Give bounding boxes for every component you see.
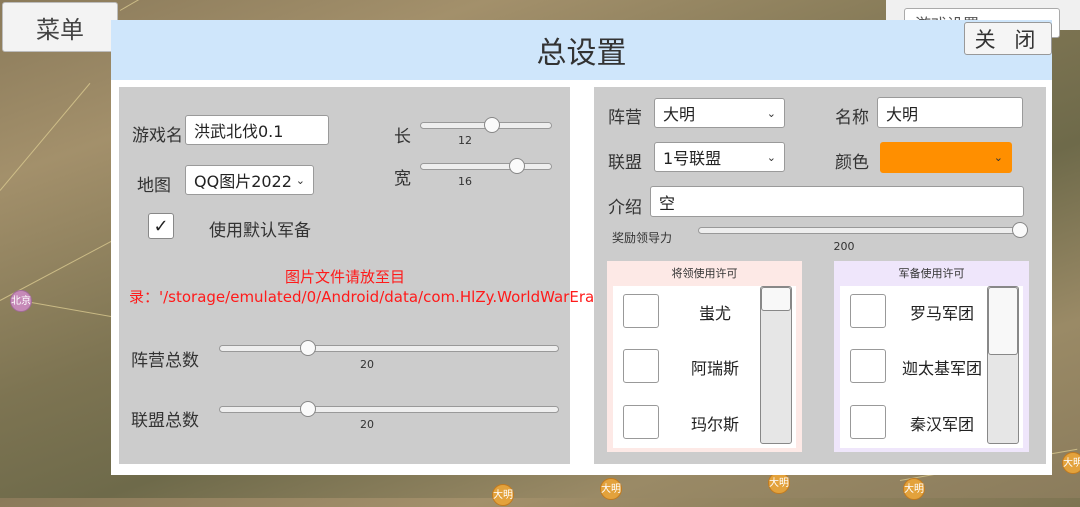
- general-permission-title: 将领使用许可: [671, 267, 738, 280]
- game-name-label: 游戏名: [132, 126, 183, 146]
- map-dropdown[interactable]: QQ图片2022 ⌄: [185, 165, 314, 195]
- reward-value: 200: [833, 240, 855, 253]
- length-value: 12: [458, 134, 472, 147]
- army-list-scrollbar[interactable]: [987, 286, 1019, 444]
- name-label: 名称: [835, 108, 869, 128]
- map-city-node[interactable]: 大明: [1062, 452, 1080, 474]
- close-button[interactable]: 关 闭: [964, 22, 1052, 55]
- camp-total-label: 阵营总数: [131, 351, 199, 371]
- color-label: 颜色: [835, 153, 869, 173]
- map-city-node[interactable]: 大明: [492, 484, 514, 506]
- camp-total-slider[interactable]: [219, 339, 559, 359]
- settings-dialog: 总设置 关 闭 游戏名 洪武北伐0.1 地图 QQ图片2022 ⌄ 长 12 宽…: [111, 20, 1052, 475]
- global-settings-panel: 游戏名 洪武北伐0.1 地图 QQ图片2022 ⌄ 长 12 宽 16 ✓ 使用…: [119, 87, 799, 464]
- alliance-total-slider[interactable]: [219, 400, 559, 420]
- camp-settings-panel: 阵营 大明 ⌄ 名称 大明 联盟 1号联盟 ⌄ 颜色 ⌄ 介绍 空 奖励领导力 …: [594, 87, 1046, 464]
- dialog-title: 总设置: [536, 36, 627, 71]
- permission-toggle[interactable]: [623, 349, 659, 383]
- map-city-node[interactable]: 大明: [903, 478, 925, 500]
- general-list-scrollbar[interactable]: [760, 286, 792, 444]
- permission-toggle[interactable]: [850, 294, 886, 328]
- image-path-warning: 图片文件请放至目录：'/storage/emulated/0/Android/d…: [129, 268, 799, 306]
- color-dropdown[interactable]: ⌄: [880, 142, 1012, 173]
- alliance-label: 联盟: [608, 153, 642, 173]
- map-road: [119, 0, 190, 11]
- camp-dropdown[interactable]: 大明 ⌄: [654, 98, 785, 128]
- list-item[interactable]: 玛尔斯: [613, 397, 763, 447]
- general-name: 阿瑞斯: [690, 359, 739, 378]
- permission-toggle[interactable]: [850, 405, 886, 439]
- list-item[interactable]: 罗马军团: [840, 286, 990, 336]
- army-permission-list: 罗马军团 迦太基军团 秦汉军团: [840, 286, 1023, 448]
- reward-slider[interactable]: [698, 221, 1028, 241]
- length-slider[interactable]: [420, 116, 552, 136]
- chevron-down-icon: ⌄: [295, 173, 305, 187]
- chevron-down-icon: ⌄: [993, 151, 1003, 164]
- name-input[interactable]: 大明: [877, 97, 1023, 128]
- width-label: 宽: [394, 169, 411, 189]
- list-item[interactable]: 蚩尤: [613, 286, 763, 336]
- menu-button[interactable]: 菜单: [2, 2, 118, 52]
- army-name: 迦太基军团: [901, 359, 982, 378]
- slider-handle[interactable]: [300, 340, 316, 356]
- slider-track: [219, 406, 559, 413]
- slider-track: [219, 345, 559, 352]
- camp-total-value: 20: [360, 358, 374, 371]
- map-label: 地图: [137, 176, 171, 196]
- check-icon: ✓: [153, 215, 169, 237]
- slider-handle[interactable]: [300, 401, 316, 417]
- army-permission-box: 军备使用许可 罗马军团 迦太基军团 秦汉军团: [834, 261, 1029, 452]
- permission-toggle[interactable]: [623, 405, 659, 439]
- scrollbar-thumb[interactable]: [761, 287, 791, 311]
- list-item[interactable]: 迦太基军团: [840, 341, 990, 391]
- alliance-total-label: 联盟总数: [131, 411, 199, 431]
- slider-track: [698, 227, 1028, 234]
- slider-handle[interactable]: [1012, 222, 1028, 238]
- alliance-total-value: 20: [360, 418, 374, 431]
- width-slider[interactable]: [420, 157, 552, 177]
- general-permission-box: 将领使用许可 蚩尤 阿瑞斯 玛尔斯: [607, 261, 802, 452]
- camp-dropdown-value: 大明: [663, 105, 696, 124]
- general-name: 蚩尤: [698, 304, 731, 323]
- slider-track: [420, 163, 552, 170]
- intro-label: 介绍: [608, 198, 642, 218]
- chevron-down-icon: ⌄: [766, 150, 776, 164]
- map-city-node[interactable]: 大明: [768, 472, 790, 494]
- general-name: 玛尔斯: [690, 415, 739, 434]
- dialog-header: 总设置 关 闭: [111, 20, 1052, 80]
- alliance-dropdown[interactable]: 1号联盟 ⌄: [654, 142, 785, 172]
- map-road: [0, 82, 91, 191]
- game-name-input[interactable]: 洪武北伐0.1: [185, 115, 329, 145]
- use-default-checkbox[interactable]: ✓: [148, 213, 174, 239]
- length-label: 长: [394, 127, 411, 147]
- army-name: 罗马军团: [909, 304, 974, 323]
- camp-label: 阵营: [608, 108, 642, 128]
- reward-label: 奖励领导力: [612, 231, 673, 245]
- width-value: 16: [458, 175, 472, 188]
- map-city-node[interactable]: 北京: [10, 290, 32, 312]
- army-name: 秦汉军团: [909, 415, 974, 434]
- alliance-dropdown-value: 1号联盟: [663, 149, 722, 168]
- scrollbar-thumb[interactable]: [988, 287, 1018, 355]
- army-permission-title: 军备使用许可: [898, 267, 965, 280]
- list-item[interactable]: 阿瑞斯: [613, 341, 763, 391]
- permission-toggle[interactable]: [850, 349, 886, 383]
- use-default-label: 使用默认军备: [209, 221, 311, 241]
- permission-toggle[interactable]: [623, 294, 659, 328]
- map-dropdown-value: QQ图片2022: [194, 172, 292, 191]
- general-permission-list: 蚩尤 阿瑞斯 玛尔斯: [613, 286, 796, 448]
- intro-input[interactable]: 空: [650, 186, 1024, 217]
- map-city-node[interactable]: 大明: [600, 478, 622, 500]
- slider-handle[interactable]: [509, 158, 525, 174]
- list-item[interactable]: 秦汉军团: [840, 397, 990, 447]
- slider-handle[interactable]: [484, 117, 500, 133]
- chevron-down-icon: ⌄: [766, 106, 776, 120]
